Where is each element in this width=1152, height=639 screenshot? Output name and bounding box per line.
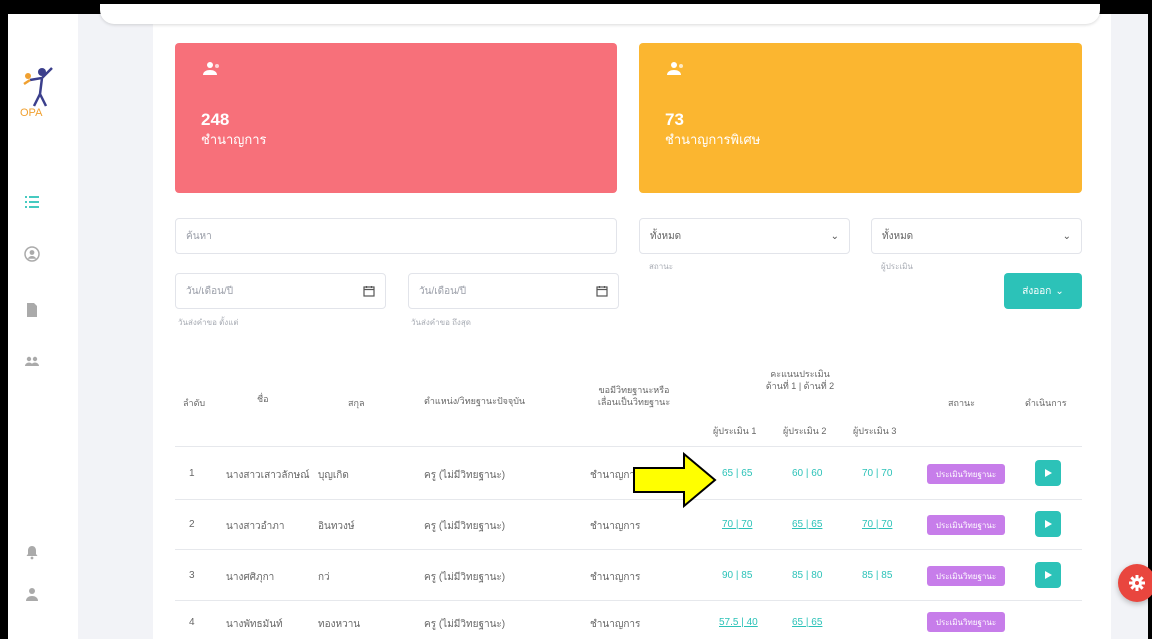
score-evaluator-1[interactable]: 57.5 | 40 xyxy=(719,617,758,628)
header-evaluator-2: ผู้ประเมิน 2 xyxy=(783,426,827,436)
play-icon xyxy=(1045,469,1052,477)
header-score: คะแนนประเมิน ด้านที่ 1 | ด้านที่ 2 xyxy=(765,369,835,391)
play-icon xyxy=(1045,571,1052,579)
action-play-button[interactable] xyxy=(1035,562,1061,588)
yellow-arrow-annotation xyxy=(633,451,717,509)
date-to-input[interactable]: วัน/เดือน/ปี xyxy=(408,273,619,309)
summary-card-chamnan-phiset: 73 ชำนาญการพิเศษ xyxy=(639,43,1082,193)
gear-icon xyxy=(1129,575,1145,591)
date-from-input[interactable]: วัน/เดือน/ปี xyxy=(175,273,386,309)
score-evaluator-2[interactable]: 60 | 60 xyxy=(792,468,822,479)
header-surname: สกุล xyxy=(348,398,365,408)
users-group-icon[interactable] xyxy=(22,352,42,372)
task-list-icon[interactable] xyxy=(22,192,42,212)
score-evaluator-2[interactable]: 65 | 65 xyxy=(792,617,822,628)
user-circle-icon[interactable] xyxy=(22,244,42,264)
summary-card-chamnan: 248 ชำนาญการ xyxy=(175,43,617,193)
calendar-icon[interactable] xyxy=(596,285,608,297)
header-status: สถานะ xyxy=(948,398,975,408)
header-evaluator-1: ผู้ประเมิน 1 xyxy=(713,426,757,436)
svg-text:OPA: OPA xyxy=(20,107,43,119)
score-evaluator-3[interactable]: 70 | 70 xyxy=(862,468,892,479)
status-badge[interactable]: ประเมินวิทยฐานะ xyxy=(927,612,1005,632)
action-play-button[interactable] xyxy=(1035,460,1061,486)
score-evaluator-1[interactable]: 70 | 70 xyxy=(722,519,752,530)
document-icon[interactable] xyxy=(22,300,42,320)
header-request: ขอมีวิทยฐานะหรือ เลื่อนเป็นวิทยฐานะ xyxy=(597,385,671,407)
status-badge[interactable]: ประเมินวิทยฐานะ xyxy=(927,515,1005,535)
score-evaluator-1[interactable]: 65 | 65 xyxy=(722,468,752,479)
header-position: ตำแหน่ง/วิทยฐานะปัจจุบัน xyxy=(424,396,526,406)
status-select-label: สถานะ xyxy=(649,262,673,271)
header-name: ชื่อ xyxy=(257,394,269,404)
header-order: ลำดับ xyxy=(183,398,206,408)
row-divider xyxy=(175,549,1082,550)
evaluator-select[interactable]: ทั้งหมด ⌄ xyxy=(871,218,1082,254)
score-evaluator-1[interactable]: 90 | 85 xyxy=(722,570,752,581)
evaluator-select-label: ผู้ประเมิน xyxy=(881,262,913,271)
score-evaluator-2[interactable]: 65 | 65 xyxy=(792,519,822,530)
calendar-icon[interactable] xyxy=(363,285,375,297)
chevron-down-icon: ⌄ xyxy=(1062,230,1071,242)
top-bar xyxy=(100,4,1100,24)
card-count: 248 xyxy=(201,110,230,129)
status-badge[interactable]: ประเมินวิทยฐานะ xyxy=(927,464,1005,484)
app-logo[interactable]: OPA xyxy=(16,62,60,132)
action-play-button[interactable] xyxy=(1035,511,1061,537)
row-divider xyxy=(175,446,1082,447)
header-evaluator-3: ผู้ประเมิน 3 xyxy=(853,426,897,436)
score-evaluator-3[interactable]: 70 | 70 xyxy=(862,519,892,530)
date-from-label: วันส่งคำขอ ตั้งแต่ xyxy=(178,318,239,327)
sidebar: OPA xyxy=(8,14,78,639)
score-evaluator-3[interactable]: 85 | 85 xyxy=(862,570,892,581)
play-icon xyxy=(1045,520,1052,528)
score-evaluator-2[interactable]: 85 | 80 xyxy=(792,570,822,581)
export-button[interactable]: ส่งออก ⌄ xyxy=(1004,273,1082,309)
card-label: ชำนาญการพิเศษ xyxy=(665,132,761,147)
card-count: 73 xyxy=(665,110,684,129)
bell-icon[interactable] xyxy=(22,542,42,562)
row-divider xyxy=(175,600,1082,601)
date-to-label: วันส่งคำขอ ถึงสุด xyxy=(411,318,471,327)
card-label: ชำนาญการ xyxy=(201,132,267,147)
search-input[interactable]: ค้นหา xyxy=(175,218,617,254)
row-divider xyxy=(175,499,1082,500)
status-select[interactable]: ทั้งหมด ⌄ xyxy=(639,218,850,254)
users-icon xyxy=(667,62,683,75)
chevron-down-icon: ⌄ xyxy=(1055,285,1064,297)
users-icon xyxy=(203,62,219,75)
screen-frame-left xyxy=(0,0,8,639)
chevron-down-icon: ⌄ xyxy=(830,230,839,242)
profile-icon[interactable] xyxy=(22,584,42,604)
header-action: ดำเนินการ xyxy=(1025,398,1067,408)
screen-frame-right xyxy=(1148,0,1152,639)
status-badge[interactable]: ประเมินวิทยฐานะ xyxy=(927,566,1005,586)
settings-fab-button[interactable] xyxy=(1118,564,1152,602)
